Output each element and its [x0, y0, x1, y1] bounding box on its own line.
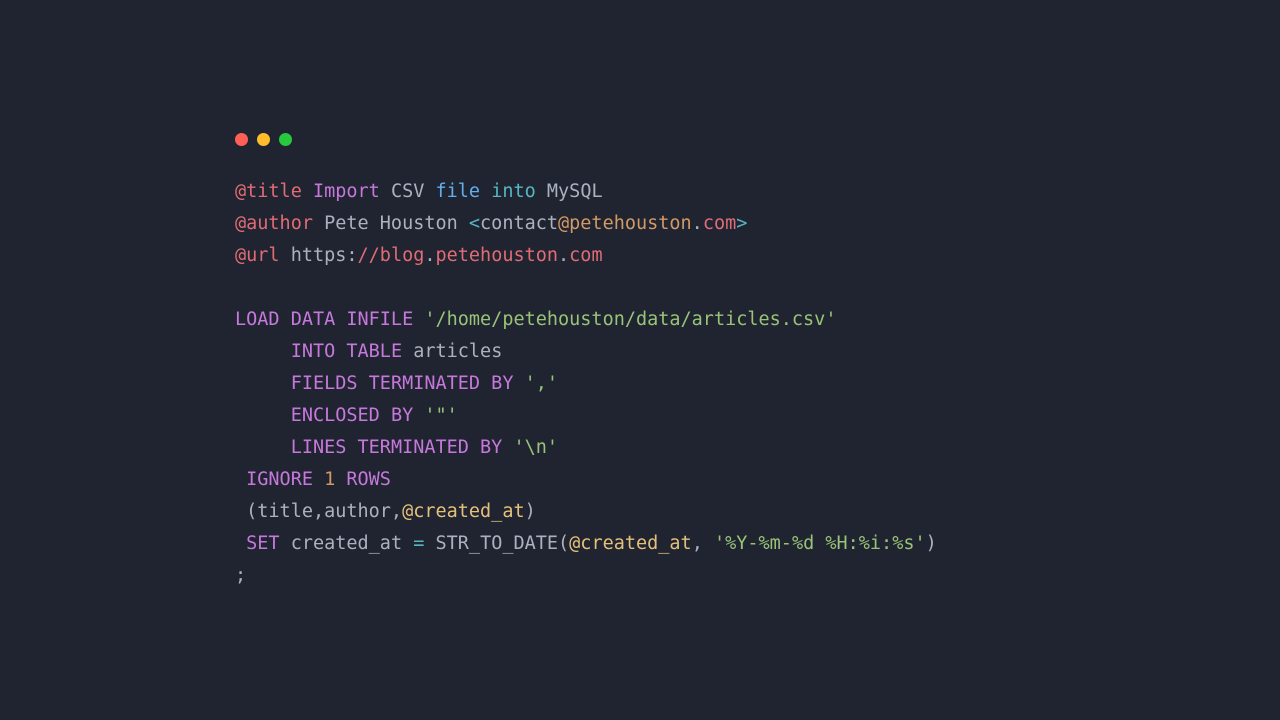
word: into — [491, 181, 536, 202]
word: MySQL — [547, 181, 603, 202]
annotation-tag: @title — [235, 181, 302, 202]
url-proto: https: — [291, 245, 358, 266]
annotation-tag: @author — [235, 213, 313, 234]
minimize-icon[interactable] — [257, 133, 270, 146]
semicolon: ; — [235, 565, 246, 586]
dot: . — [692, 213, 703, 234]
paren: ) — [926, 533, 937, 554]
sql-keyword: ENCLOSED BY — [291, 405, 414, 426]
word: Import — [313, 181, 380, 202]
email-user: contact — [480, 213, 558, 234]
code-block: @title Import CSV file into MySQL @autho… — [235, 176, 1065, 592]
dot: . — [424, 245, 435, 266]
angle-bracket: < — [469, 213, 480, 234]
traffic-lights — [235, 133, 1065, 146]
sql-variable: @created_at — [569, 533, 692, 554]
sql-identifier: created_at — [291, 533, 414, 554]
sql-keyword: LINES TERMINATED BY — [291, 437, 503, 458]
sql-string: '\n' — [513, 437, 558, 458]
sql-string: ',' — [525, 373, 558, 394]
sql-keyword: FIELDS TERMINATED BY — [291, 373, 514, 394]
email-tld: com — [703, 213, 736, 234]
angle-bracket: > — [736, 213, 747, 234]
sql-function: STR_TO_DATE( — [424, 533, 569, 554]
sql-keyword: LOAD DATA INFILE — [235, 309, 413, 330]
author-name: Pete Houston — [324, 213, 469, 234]
sql-keyword: INTO TABLE — [291, 341, 402, 362]
word: CSV — [391, 181, 424, 202]
url-tld: com — [569, 245, 602, 266]
paren: ) — [525, 501, 536, 522]
sql-string: '%Y-%m-%d %H:%i:%s' — [714, 533, 926, 554]
sql-variable: @created_at — [402, 501, 525, 522]
annotation-tag: @url — [235, 245, 280, 266]
sql-string: '/home/petehouston/data/articles.csv' — [424, 309, 836, 330]
comma: , — [692, 533, 714, 554]
zoom-icon[interactable] — [279, 133, 292, 146]
code-window: @title Import CSV file into MySQL @autho… — [235, 133, 1065, 592]
sql-keyword: ROWS — [346, 469, 391, 490]
equals-sign: = — [413, 533, 424, 554]
word: file — [436, 181, 481, 202]
url-host: //blog — [358, 245, 425, 266]
sql-number: 1 — [324, 469, 335, 490]
dot: . — [558, 245, 569, 266]
close-icon[interactable] — [235, 133, 248, 146]
url-host: petehouston — [436, 245, 559, 266]
sql-keyword: SET — [246, 533, 279, 554]
sql-identifier: articles — [413, 341, 502, 362]
sql-keyword: IGNORE — [246, 469, 313, 490]
sql-string: '"' — [424, 405, 457, 426]
sql-columns: (title,author, — [235, 501, 402, 522]
email-domain: @petehouston — [558, 213, 692, 234]
